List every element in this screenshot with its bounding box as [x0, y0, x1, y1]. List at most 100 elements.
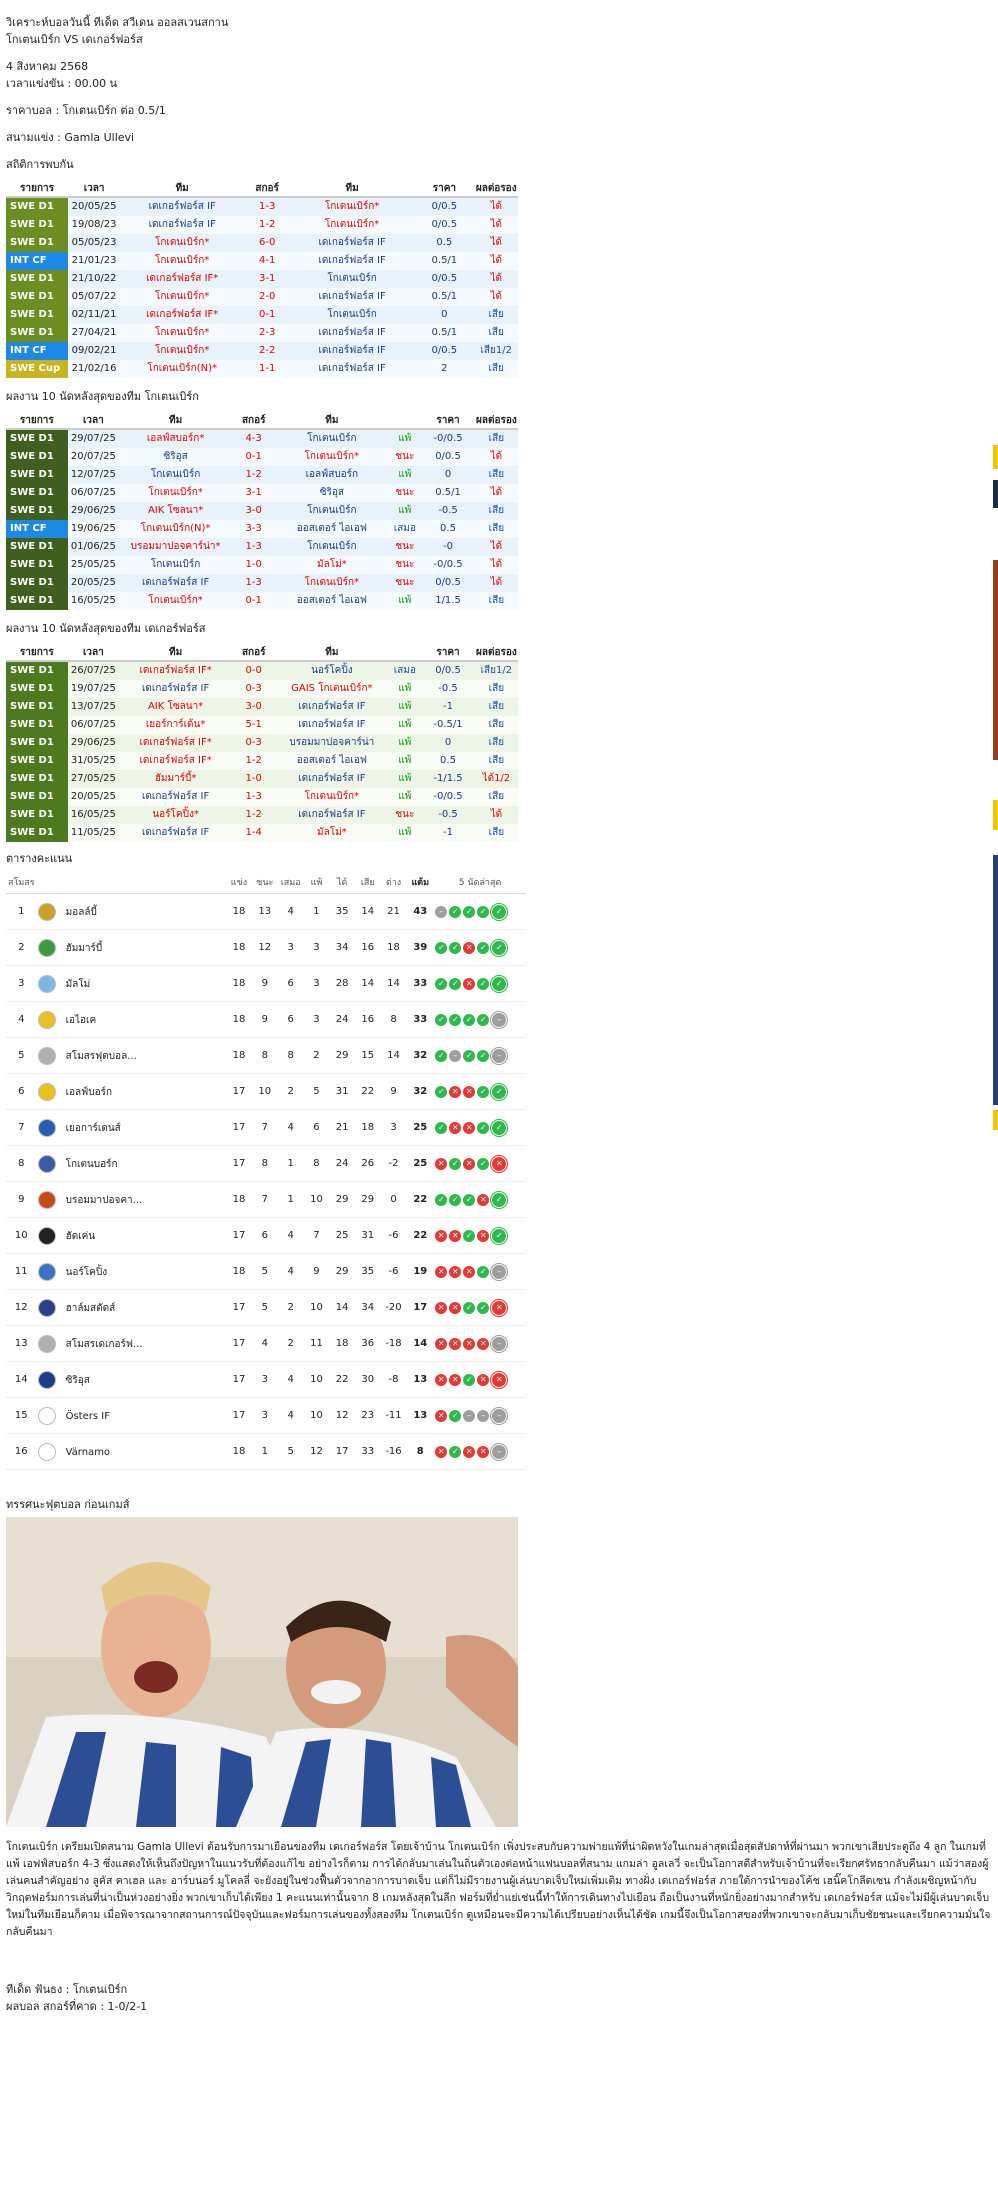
price-cell: -0/0.5 — [433, 559, 463, 570]
stat-l-cell: 9 — [303, 1253, 330, 1290]
standings-row[interactable]: 1 มอลล์บี้ 18 13 4 1 35 14 21 43– ✓ ✓ ✓ ✓ — [6, 893, 526, 930]
home-team-cell: โกเตนเบิร์ก* — [154, 327, 210, 338]
stat-ga-cell: 22 — [354, 1073, 381, 1110]
loss-icon: ✕ — [463, 1265, 476, 1278]
table-row: SWE D1 13/07/25 AIK โซลนา* 3-0 เดเกอร์ฟอร์ส … — [6, 698, 518, 716]
standings-row[interactable]: 5 สโมสรฟุตบอล... 18 8 8 2 29 15 14 32 ✓ – ✓ ✓ – — [6, 1037, 526, 1074]
home-team-cell: เดเกอร์ฟอร์ส IF — [142, 577, 210, 588]
form2-title: ผลงาน 10 นัดหลังสุดของทีม เดเกอร์ฟอร์ส — [6, 622, 206, 635]
standings-row[interactable]: 13 สโมสรเดเกอร์ฟ... 17 4 2 11 18 36 -18 14 ✕ ✕ ✕ ✕ – — [6, 1325, 526, 1362]
stat-gd-cell: 21 — [380, 893, 407, 930]
win-loss-cell: แพ้ — [398, 433, 412, 444]
standings-row[interactable]: 15 Östers IF 17 3 4 10 12 23 -11 13 ✕ ✓ – – – — [6, 1397, 526, 1434]
stat-p-cell: 17 — [226, 1073, 252, 1110]
stat-ga-cell: 36 — [354, 1325, 381, 1362]
score-cell: 3-0 — [245, 505, 262, 516]
stat-d-cell: 2 — [277, 1325, 304, 1362]
col-away: ทีม — [275, 413, 389, 430]
stat-w-cell: 6 — [251, 1217, 278, 1254]
club-name: โกเตนบอร์ก — [65, 1158, 118, 1170]
date-cell: 05/07/22 — [71, 291, 117, 302]
col-away: ทีม — [289, 181, 415, 198]
result-cell: ได้ — [490, 487, 503, 498]
price-cell: -0/0.5 — [433, 791, 463, 802]
win-icon: ✓ — [477, 1301, 490, 1314]
stat-d-cell: 3 — [277, 929, 304, 966]
col-away: ทีม — [275, 645, 389, 662]
club-name: เอไอเค — [65, 1014, 97, 1026]
price-cell: 0/0.5 — [431, 273, 458, 284]
win-icon: ✓ — [435, 1013, 448, 1026]
win-loss-cell: ชนะ — [395, 809, 415, 820]
score-cell: 1-2 — [245, 755, 262, 766]
club-name: Värnamo — [65, 1446, 111, 1458]
stat-d-cell: 6 — [277, 1001, 304, 1038]
table-row: SWE D1 11/05/25 เดเกอร์ฟอร์ส IF 1-4 มัลโม่* แ… — [6, 824, 518, 842]
stat-ga-cell: 31 — [354, 1217, 381, 1254]
standings-row[interactable]: 9 บรอมมาปอจคา... 18 7 1 10 29 29 0 22 ✓ ✓ ✓ ✕ ✓ — [6, 1181, 526, 1218]
price-cell: 0/0.5 — [435, 451, 461, 462]
draw-icon: – — [463, 1409, 476, 1422]
stat-ga-cell: 23 — [354, 1397, 381, 1434]
standings-row[interactable]: 16 Värnamo 18 1 5 12 17 33 -16 8 ✕ ✓ ✕ ✕ – — [6, 1433, 526, 1470]
standings-row[interactable]: 12 ฮาล์มสตัดส์ 17 5 2 10 14 34 -20 17 ✕ ✕ ✓ ✓ ✕ — [6, 1289, 526, 1326]
standings-row[interactable]: 4 เอไอเค 18 9 6 3 24 16 8 33 ✓ ✓ ✓ ✓ – — [6, 1001, 526, 1038]
score-cell: 0-1 — [245, 451, 262, 462]
table-row: SWE D1 20/05/25 เดเกอร์ฟอร์ส IF 1-3 โกเตนเบิ… — [6, 788, 518, 806]
win-loss-cell: ชนะ — [395, 559, 415, 570]
win-icon: ✓ — [449, 1193, 462, 1206]
away-team-cell: โกเตนเบิร์ก — [307, 505, 357, 516]
standings-row[interactable]: 11 นอร์โคปิ้ง 18 5 4 9 29 35 -6 19 ✕ ✕ ✕ ✓ – — [6, 1253, 526, 1290]
table-row: SWE D1 29/07/25 เอลฟ์สบอร์ก* 4-3 โกเตนเบิร์ก… — [6, 429, 518, 448]
preview-title: ทรรศนะฟุตบอล ก่อนเกมส์ — [6, 1498, 130, 1511]
league-cell: SWE D1 — [6, 752, 68, 770]
win-icon: ✓ — [463, 1373, 476, 1386]
col-gd: ต่าง — [380, 871, 407, 894]
position-cell: 7 — [6, 1109, 37, 1146]
standings-row[interactable]: 3 มัลโม่ 18 9 6 3 28 14 14 33 ✓ ✓ ✕ ✓ ✓ — [6, 965, 526, 1002]
away-team-cell: GAIS โกเตนเบิร์ก* — [291, 683, 373, 694]
standings-row[interactable]: 10 ฮัดเค่น 17 6 4 7 25 31 -6 22 ✕ ✕ ✓ ✕ ✓ — [6, 1217, 526, 1254]
date-cell: 20/05/25 — [71, 201, 117, 212]
points-cell: 22 — [406, 1217, 435, 1254]
result-cell: ได้ — [490, 809, 503, 820]
stat-w-cell: 7 — [251, 1181, 278, 1218]
win-icon: ✓ — [477, 1013, 490, 1026]
league-cell: SWE D1 — [6, 824, 68, 842]
price-cell: -0 — [443, 541, 453, 552]
stat-w-cell: 3 — [251, 1397, 278, 1434]
standings-row[interactable]: 14 ซิริอุส 17 3 4 10 22 30 -8 13 ✕ ✕ ✓ ✕ ✕ — [6, 1361, 526, 1398]
points-cell: 19 — [406, 1253, 435, 1290]
col-price: ราคา — [421, 413, 475, 430]
win-icon: ✓ — [477, 1121, 490, 1134]
stat-l-cell: 8 — [303, 1145, 330, 1182]
club-cell: ฮัดเค่น — [36, 1217, 227, 1254]
standings-row[interactable]: 6 เอลฟ์บอร์ก 17 10 2 5 31 22 9 32 ✓ ✕ ✕ ✓ ✓ — [6, 1073, 526, 1110]
date-cell: 29/06/25 — [70, 737, 116, 748]
stat-w-cell: 7 — [251, 1109, 278, 1146]
stat-gd-cell: 14 — [380, 965, 407, 1002]
price-cell: 0 — [444, 737, 452, 748]
stat-w-cell: 1 — [251, 1433, 278, 1470]
loss-icon: ✕ — [477, 1337, 490, 1350]
stat-gf-cell: 25 — [329, 1217, 355, 1254]
col-league: รายการ — [6, 181, 69, 198]
result-cell: เสีย — [488, 683, 505, 694]
price-cell: 0/0.5 — [431, 219, 458, 230]
standings-row[interactable]: 2 ฮัมมาร์บี้ 18 12 3 3 34 16 18 39 ✓ ✓ ✕ ✓ ✓ — [6, 929, 526, 966]
last5-cell: ✕ ✕ ✓ ✓ ✕ — [434, 1289, 526, 1326]
league-cell: INT CF — [6, 342, 69, 360]
score-cell: 6-0 — [258, 237, 276, 248]
league-cell: SWE D1 — [6, 234, 69, 252]
stat-p-cell: 17 — [226, 1217, 252, 1254]
stat-p-cell: 17 — [226, 1109, 252, 1146]
price-cell: 0 — [441, 309, 448, 320]
league-cell: SWE D1 — [6, 574, 68, 592]
table-row: SWE D1 20/05/25 เดเกอร์ฟอร์ส IF 1-3 โกเตนเบิ… — [6, 574, 518, 592]
stat-l-cell: 3 — [303, 1001, 330, 1038]
date-cell: 13/07/25 — [70, 701, 116, 712]
standings-row[interactable]: 8 โกเตนบอร์ก 17 8 1 8 24 26 -2 25 ✕ ✓ ✕ ✓ ✕ — [6, 1145, 526, 1182]
stat-gd-cell: -18 — [380, 1325, 407, 1362]
standings-row[interactable]: 7 เยอการ์เดนส์ 17 7 4 6 21 18 3 25 ✓ ✕ ✕ ✓ ✓ — [6, 1109, 526, 1146]
points-cell: 25 — [406, 1109, 435, 1146]
